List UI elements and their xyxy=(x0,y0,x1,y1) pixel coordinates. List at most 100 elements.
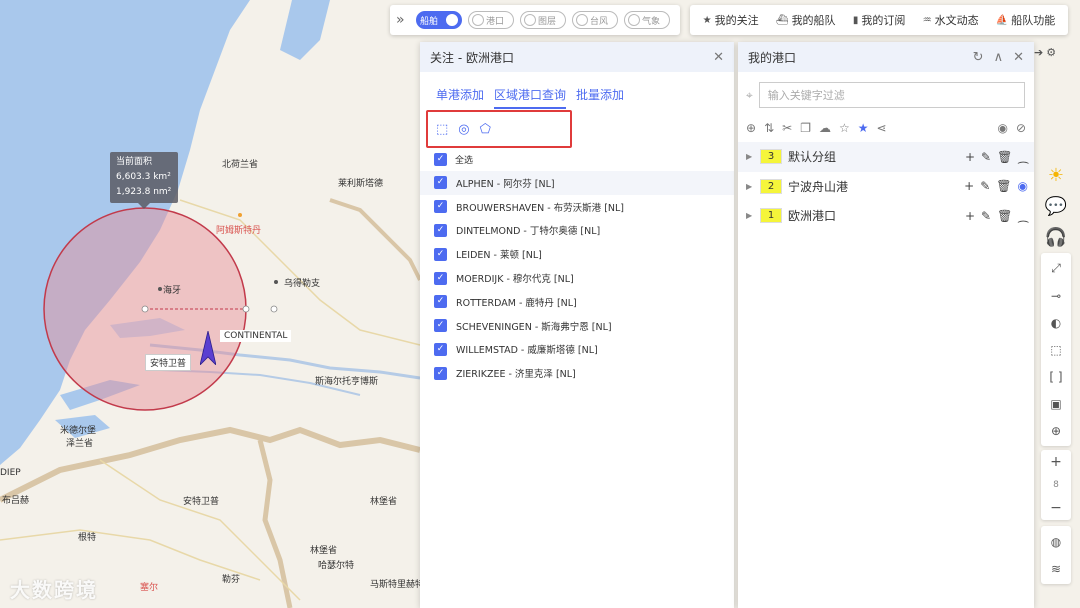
filter-input[interactable] xyxy=(758,82,1025,108)
tab-single-port[interactable]: 单港添加 xyxy=(436,86,484,109)
group-row[interactable]: ▶ 1 欧洲港口 + ✎ 🗑 ⁔ xyxy=(738,201,1034,231)
edit-icon[interactable]: ✎ xyxy=(980,179,990,193)
nav-my-follow[interactable]: ★ 我的关注 xyxy=(703,12,759,28)
upload-icon[interactable]: ☁ xyxy=(819,121,831,135)
zoom-select-icon[interactable]: ⬚ xyxy=(1041,336,1071,363)
ship-label-continental[interactable]: CONTINENTAL xyxy=(220,330,292,342)
eye-off-icon[interactable]: ⊘ xyxy=(1016,121,1026,135)
chevron-right-icon[interactable]: ▶ xyxy=(746,152,760,161)
fleet-icon: ⛴ xyxy=(775,14,789,26)
group-count: 3 xyxy=(760,149,782,165)
toggle-layers[interactable]: 图层 xyxy=(520,11,566,29)
select-all-checkbox[interactable]: ✓ xyxy=(434,152,447,166)
chevron-up-icon[interactable]: ∧ xyxy=(994,50,1004,65)
zoom-in-button[interactable]: + xyxy=(1041,450,1071,474)
toggle-typhoon[interactable]: 台风 xyxy=(572,11,618,29)
map-label-bruges: 布吕赫 xyxy=(2,496,30,506)
nav-my-fleet[interactable]: ⛴ 我的船队 xyxy=(776,12,836,28)
share-icon[interactable]: ⋖ xyxy=(876,121,886,135)
select-all-row[interactable]: ✓ 全选 xyxy=(434,150,473,168)
close-icon[interactable]: ✕ xyxy=(713,50,724,65)
trash-icon[interactable]: 🗑 xyxy=(997,209,1012,223)
nav-hydrology[interactable]: ♒ 水文动态 xyxy=(923,12,979,28)
trash-icon[interactable]: 🗑 xyxy=(996,179,1011,193)
port-checkbox[interactable]: ✓ xyxy=(434,247,447,261)
port-checkbox[interactable]: ✓ xyxy=(434,342,447,356)
plus-icon[interactable]: + xyxy=(965,209,975,223)
map-label-limburg-nl: 林堡省 xyxy=(370,497,398,507)
list-item[interactable]: ✓ LEIDEN - 莱顿 [NL] xyxy=(420,242,734,266)
toggle-weather[interactable]: 气象 xyxy=(624,11,670,29)
list-item[interactable]: ✓ ROTTERDAM - 鹿特丹 [NL] xyxy=(420,290,734,314)
follow-tabs: 单港添加 区域港口查询 批量添加 xyxy=(420,72,734,109)
rectangle-select-icon[interactable]: ⬚ xyxy=(436,122,448,137)
list-item[interactable]: ✓ BROUWERSHAVEN - 布劳沃斯港 [NL] xyxy=(420,195,734,219)
eye-icon[interactable]: ◉ xyxy=(997,121,1007,135)
support-icon[interactable]: 🎧 xyxy=(1041,222,1071,253)
bracket-icon[interactable]: [ ] xyxy=(1041,363,1071,390)
my-ports-title: 我的港口 xyxy=(748,50,797,65)
palette-icon[interactable]: ◐ xyxy=(1041,309,1071,336)
double-chevron-right-icon[interactable]: » xyxy=(396,12,410,28)
nav-fleet-functions[interactable]: ⛵ 船队功能 xyxy=(996,12,1055,28)
locate-icon[interactable]: ⊕ xyxy=(1041,417,1071,444)
eye-open-icon[interactable]: ◉ xyxy=(1018,179,1028,193)
chat-icon[interactable]: 💬 xyxy=(1041,191,1071,222)
trash-icon[interactable]: 🗑 xyxy=(997,150,1012,164)
map-label-amsterdam[interactable]: 阿姆斯特丹 xyxy=(216,223,261,236)
close-icon[interactable]: ✕ xyxy=(1013,50,1024,65)
star-filled-icon[interactable]: ★ xyxy=(858,121,869,135)
port-checkbox[interactable]: ✓ xyxy=(434,223,447,237)
zoom-out-button[interactable]: − xyxy=(1041,496,1071,520)
star-icon: ★ xyxy=(702,14,712,26)
list-item[interactable]: ✓ SCHEVENINGEN - 斯海弗宁恩 [NL] xyxy=(420,314,734,338)
group-row[interactable]: ▶ 3 默认分组 + ✎ 🗑 ⁔ xyxy=(738,142,1034,172)
port-checkbox[interactable]: ✓ xyxy=(434,319,447,333)
plus-icon[interactable]: + xyxy=(964,179,974,193)
list-item[interactable]: ✓ ALPHEN - 阿尔芬 [NL] xyxy=(420,171,734,195)
lightbulb-icon[interactable]: ☀ xyxy=(1041,160,1071,191)
layers-icon[interactable]: ≋ xyxy=(1041,555,1071,582)
refresh-icon[interactable]: ↻ xyxy=(973,50,984,65)
list-item[interactable]: ✓ DINTELMOND - 丁特尔奥德 [NL] xyxy=(420,219,734,243)
eye-closed-icon[interactable]: ⁔ xyxy=(1018,209,1028,223)
hague-dot xyxy=(158,287,162,291)
map-label-middelburg: 米德尔堡 xyxy=(60,426,97,436)
eye-closed-icon[interactable]: ⁔ xyxy=(1018,150,1028,164)
port-checkbox[interactable]: ✓ xyxy=(434,200,447,214)
polygon-select-icon[interactable]: ⬠ xyxy=(480,122,491,137)
chevron-right-icon[interactable]: ▶ xyxy=(746,211,760,220)
measure-icon[interactable]: ⊸ xyxy=(1041,282,1071,309)
follow-panel-header: 关注 - 欧洲港口 ✕ xyxy=(420,42,734,72)
tab-area-query[interactable]: 区域港口查询 xyxy=(494,86,567,109)
list-item[interactable]: ✓ MOERDIJK - 穆尔代克 [NL] xyxy=(420,266,734,290)
star-outline-icon[interactable]: ☆ xyxy=(839,121,850,135)
edit-icon[interactable]: ✎ xyxy=(981,150,991,164)
tab-batch-add[interactable]: 批量添加 xyxy=(576,86,624,109)
nav-my-subscription[interactable]: ▮ 我的订阅 xyxy=(853,12,906,28)
map-label-north-holland: 北荷兰省 xyxy=(222,160,259,170)
list-item[interactable]: ✓ ZIERIKZEE - 济里克泽 [NL] xyxy=(420,361,734,385)
port-checkbox[interactable]: ✓ xyxy=(434,271,447,285)
toggle-ships[interactable]: 船舶 xyxy=(416,11,462,29)
list-item[interactable]: ✓ WILLEMSTAD - 威廉斯塔德 [NL] xyxy=(420,338,734,362)
add-circle-icon[interactable]: ⊕ xyxy=(746,121,756,135)
sort-icon[interactable]: ⇅ xyxy=(764,121,774,135)
copy-icon[interactable]: ❐ xyxy=(800,121,811,135)
image-icon[interactable]: ▣ xyxy=(1041,390,1071,417)
chevron-right-icon[interactable]: ▶ xyxy=(746,182,760,191)
cut-icon[interactable]: ✂ xyxy=(782,121,792,135)
edit-icon[interactable]: ✎ xyxy=(981,209,991,223)
port-checkbox[interactable]: ✓ xyxy=(434,366,447,380)
fullscreen-icon[interactable]: ⤢ xyxy=(1041,255,1071,282)
group-count: 1 xyxy=(760,208,782,224)
group-row[interactable]: ▶ 2 宁波舟山港 + ✎ 🗑 ◉ xyxy=(738,172,1034,202)
arrow-circle-icon[interactable]: ➔ xyxy=(1034,46,1043,59)
gear-icon[interactable]: ⚙ xyxy=(1046,46,1056,59)
circle-select-icon[interactable]: ◎ xyxy=(458,122,469,137)
globe-icon[interactable]: ◍ xyxy=(1041,528,1071,555)
port-checkbox[interactable]: ✓ xyxy=(434,295,447,309)
toggle-ports[interactable]: 港口 xyxy=(468,11,514,29)
plus-icon[interactable]: + xyxy=(965,150,975,164)
port-checkbox[interactable]: ✓ xyxy=(434,176,447,190)
